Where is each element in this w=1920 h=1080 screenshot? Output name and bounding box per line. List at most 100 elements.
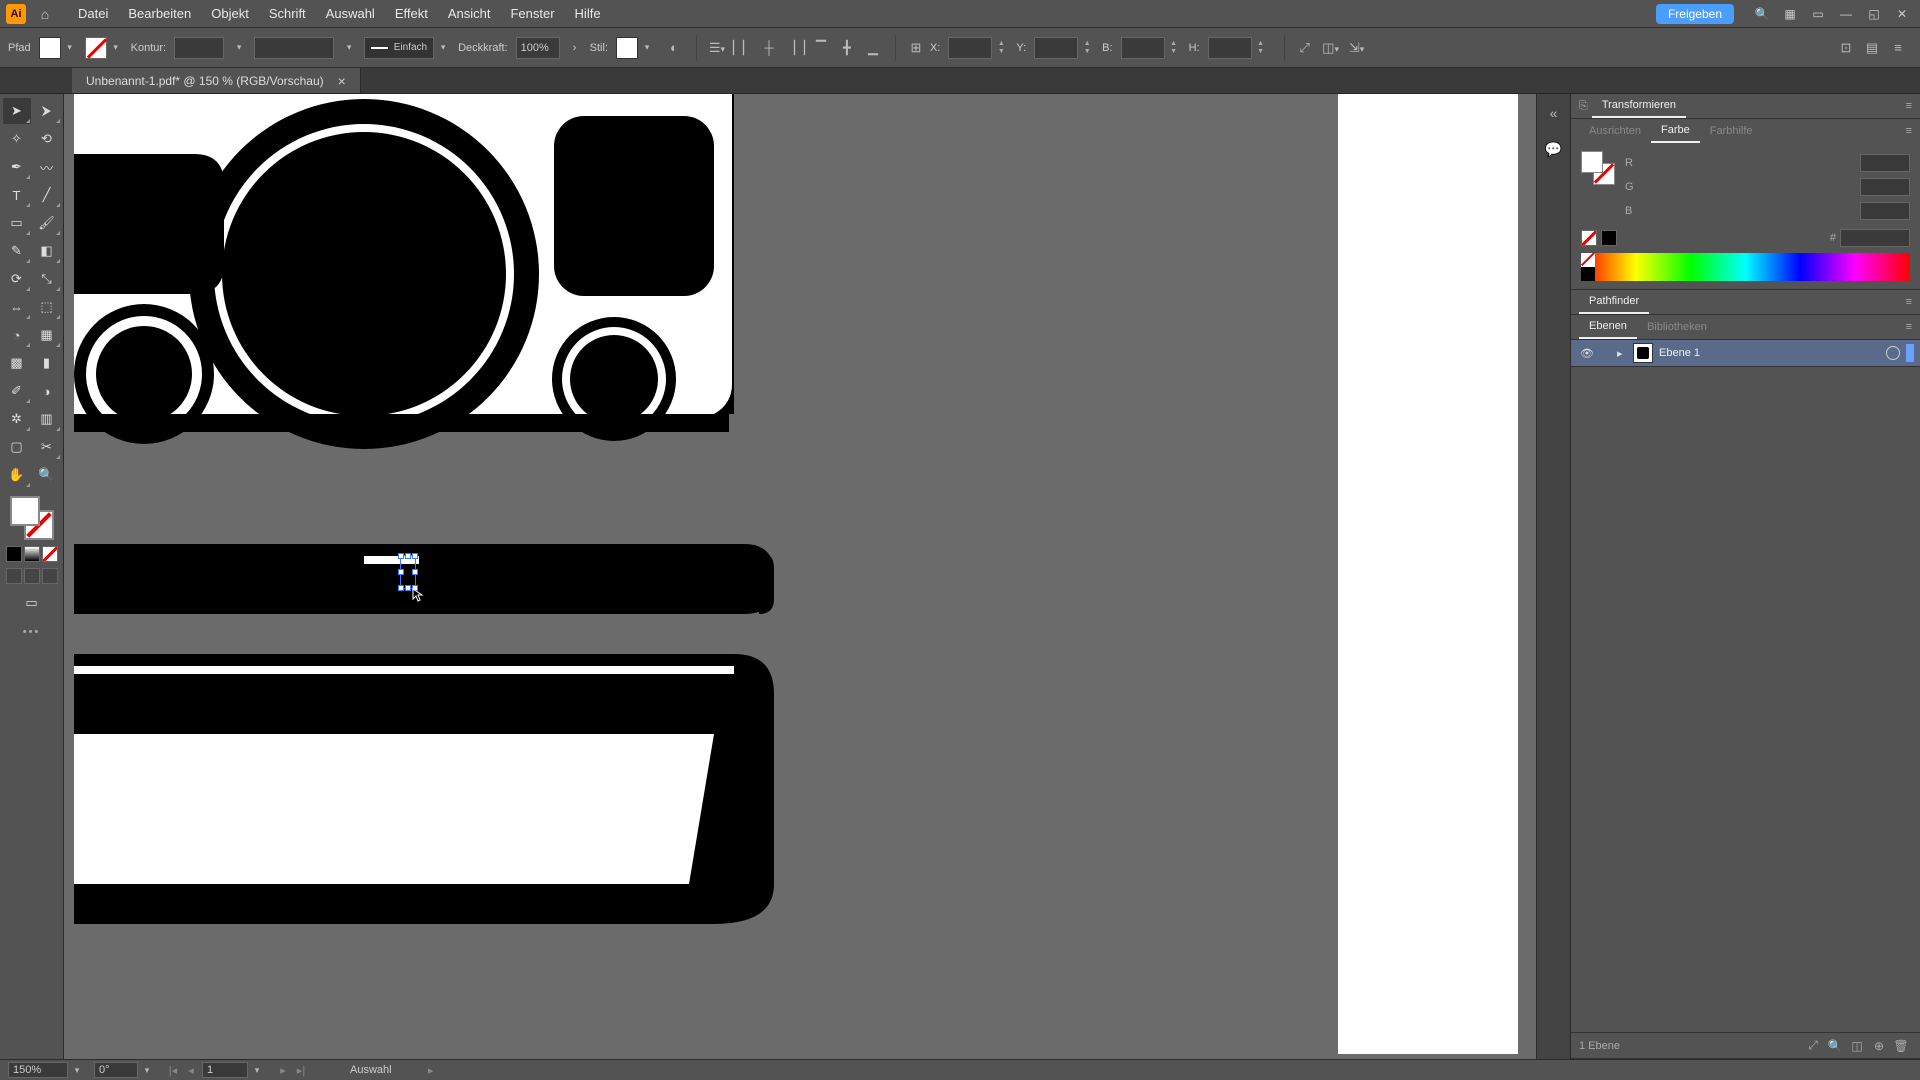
- type-tool[interactable]: T: [3, 182, 31, 208]
- preferences-icon[interactable]: ⊡: [1834, 36, 1858, 60]
- new-sublayer-icon[interactable]: ◫: [1846, 1039, 1868, 1053]
- line-tool[interactable]: ╱: [33, 182, 61, 208]
- x-stepper[interactable]: ▲▼: [994, 37, 1008, 59]
- shape-builder-tool[interactable]: ◔: [3, 322, 31, 348]
- fill-dropdown[interactable]: [63, 37, 77, 59]
- color-mode-icon[interactable]: [6, 546, 22, 562]
- pathfinder-tab[interactable]: Pathfinder: [1579, 290, 1649, 314]
- curvature-tool[interactable]: 〰: [33, 154, 61, 180]
- transform-panel-icon[interactable]: ⊞: [904, 36, 928, 60]
- brush-dropdown[interactable]: [436, 37, 450, 59]
- document-tab[interactable]: Unbenannt-1.pdf* @ 150 % (RGB/Vorschau) …: [72, 68, 361, 93]
- stroke-dropdown[interactable]: [109, 37, 123, 59]
- window-close-icon[interactable]: ✕: [1890, 3, 1914, 25]
- align-tab[interactable]: Ausrichten: [1579, 119, 1651, 143]
- libraries-tab[interactable]: Bibliotheken: [1637, 315, 1717, 339]
- opacity-field[interactable]: 100%: [516, 37, 560, 59]
- perspective-tool[interactable]: ▦: [33, 322, 61, 348]
- color-spectrum[interactable]: [1581, 253, 1910, 281]
- eyedropper-tool[interactable]: ✐: [3, 378, 31, 404]
- next-artboard-icon[interactable]: ▸: [274, 1064, 292, 1077]
- menu-select[interactable]: Auswahl: [316, 0, 385, 28]
- artboard-number-field[interactable]: 1: [202, 1062, 248, 1078]
- mesh-tool[interactable]: ▩: [3, 350, 31, 376]
- brush-definition[interactable]: Einfach: [364, 37, 434, 59]
- shape-mode-icon[interactable]: ◫: [1319, 36, 1343, 60]
- none-swatch-icon[interactable]: [1581, 230, 1597, 246]
- align-vcenter-icon[interactable]: ╋: [835, 36, 859, 60]
- free-transform-tool[interactable]: ⬚: [33, 294, 61, 320]
- gradient-mode-icon[interactable]: [24, 546, 40, 562]
- stroke-weight-dropdown[interactable]: [232, 37, 246, 59]
- b-value-field[interactable]: [1860, 202, 1910, 220]
- y-field[interactable]: [1034, 37, 1078, 59]
- graphic-style-swatch[interactable]: [616, 37, 638, 59]
- new-layer-icon[interactable]: ⊕: [1868, 1039, 1890, 1053]
- window-maximize-icon[interactable]: ◱: [1862, 3, 1886, 25]
- graph-tool[interactable]: ▥: [33, 406, 61, 432]
- search-icon[interactable]: 🔍: [1750, 3, 1774, 25]
- window-minimize-icon[interactable]: —: [1834, 3, 1858, 25]
- layers-tab[interactable]: Ebenen: [1579, 315, 1637, 339]
- rotate-dropdown[interactable]: [140, 1064, 154, 1076]
- menu-view[interactable]: Ansicht: [438, 0, 501, 28]
- black-swatch-icon[interactable]: [1601, 230, 1617, 246]
- collapse-chevron-icon[interactable]: «: [1543, 102, 1565, 124]
- shaper-tool[interactable]: ✎: [3, 238, 31, 264]
- scale-tool[interactable]: ⤡: [33, 266, 61, 292]
- locate-object-icon[interactable]: ⤢: [1802, 1038, 1824, 1053]
- color-tab[interactable]: Farbe: [1651, 119, 1700, 143]
- width-tool[interactable]: ⇔: [3, 294, 31, 320]
- menu-file[interactable]: Datei: [68, 0, 118, 28]
- essentials-icon[interactable]: ▤: [1860, 36, 1884, 60]
- zoom-field[interactable]: 150%: [8, 1062, 68, 1078]
- pathfinder-panel-menu-icon[interactable]: ≡: [1906, 296, 1912, 308]
- align-bottom-icon[interactable]: ▁: [861, 36, 885, 60]
- opacity-dropdown[interactable]: ›: [568, 37, 582, 59]
- align-right-icon[interactable]: ▕▕: [783, 36, 807, 60]
- fill-swatch[interactable]: [39, 37, 61, 59]
- color-panel-menu-icon[interactable]: ≡: [1906, 125, 1912, 137]
- draw-inside-icon[interactable]: [42, 568, 58, 584]
- fill-color-swatch[interactable]: [10, 496, 40, 526]
- align-hcenter-icon[interactable]: ┼: [757, 36, 781, 60]
- pen-tool[interactable]: ✒: [3, 154, 31, 180]
- home-icon[interactable]: ⌂: [34, 3, 56, 25]
- stroke-swatch[interactable]: [85, 37, 107, 59]
- menu-help[interactable]: Hilfe: [565, 0, 611, 28]
- hand-tool[interactable]: ✋: [3, 462, 31, 488]
- rotate-view-field[interactable]: 0°: [94, 1062, 138, 1078]
- prev-artboard-icon[interactable]: ◂: [182, 1064, 200, 1077]
- draw-behind-icon[interactable]: [24, 568, 40, 584]
- artboard-tool[interactable]: ▢: [3, 434, 31, 460]
- zoom-dropdown[interactable]: [70, 1064, 84, 1076]
- draw-normal-icon[interactable]: [6, 568, 22, 584]
- slice-tool[interactable]: ✂: [33, 434, 61, 460]
- status-menu-icon[interactable]: ▸: [422, 1064, 440, 1077]
- align-left-icon[interactable]: ▏▏: [731, 36, 755, 60]
- align-top-icon[interactable]: ▔: [809, 36, 833, 60]
- align-dropdown-icon[interactable]: ☰: [705, 36, 729, 60]
- canvas[interactable]: [64, 94, 1536, 1059]
- edit-toolbar-icon[interactable]: •••: [23, 626, 41, 638]
- workspace-switcher-icon[interactable]: ▭: [1806, 3, 1830, 25]
- artboard-dropdown[interactable]: [250, 1064, 264, 1076]
- variable-width-dropdown[interactable]: [342, 37, 356, 59]
- menu-window[interactable]: Fenster: [500, 0, 564, 28]
- h-stepper[interactable]: ▲▼: [1254, 37, 1268, 59]
- magic-wand-tool[interactable]: ✧: [3, 126, 31, 152]
- align-to-icon[interactable]: ⇲: [1345, 36, 1369, 60]
- paintbrush-tool[interactable]: 🖌: [33, 210, 61, 236]
- arrange-documents-icon[interactable]: ▦: [1778, 3, 1802, 25]
- graphic-style-dropdown[interactable]: [640, 37, 654, 59]
- tab-close-icon[interactable]: ×: [338, 73, 346, 89]
- link-icon[interactable]: ⎘: [1579, 100, 1588, 113]
- menu-object[interactable]: Objekt: [201, 0, 259, 28]
- selection-bounding-box[interactable]: [400, 555, 416, 589]
- hex-field[interactable]: [1840, 229, 1910, 247]
- variable-width-field[interactable]: [254, 37, 334, 59]
- eraser-tool[interactable]: ◧: [33, 238, 61, 264]
- delete-layer-icon[interactable]: 🗑: [1890, 1039, 1912, 1053]
- gradient-tool[interactable]: ▮: [33, 350, 61, 376]
- shape-isolate-icon[interactable]: ⤢: [1293, 36, 1317, 60]
